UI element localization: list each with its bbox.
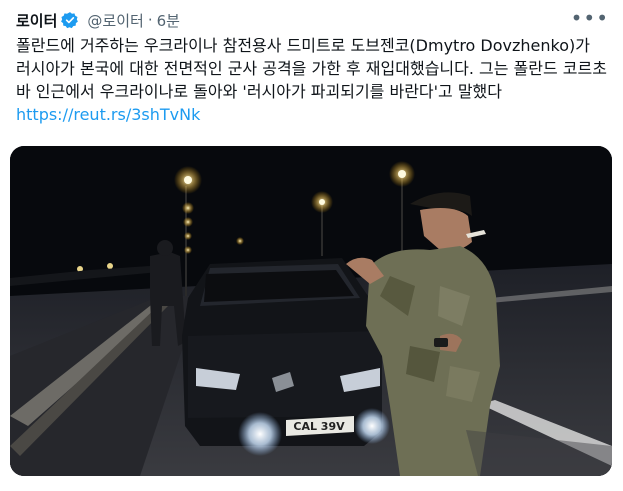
author-handle[interactable]: @로이터 — [87, 10, 143, 31]
night-roadside-photo: CAL 39V — [10, 146, 612, 476]
tweet-media-image[interactable]: CAL 39V — [10, 146, 612, 476]
license-plate-text: CAL 39V — [293, 420, 345, 433]
tweet-card[interactable]: 로이터 @로이터 · 6분 ••• 폴란드에 거주하는 우크라이나 참전용사 드… — [0, 0, 623, 491]
author-name[interactable]: 로이터 — [16, 10, 57, 31]
tweet-text-main: 폴란드에 거주하는 우크라이나 참전용사 드미트로 도브젠코(Dmytro Do… — [16, 36, 607, 101]
timestamp[interactable]: 6분 — [157, 10, 180, 31]
separator-dot: · — [147, 11, 153, 29]
more-options-icon[interactable]: ••• — [571, 6, 609, 30]
tweet-header: 로이터 @로이터 · 6분 — [16, 8, 180, 32]
tweet-text: 폴란드에 거주하는 우크라이나 참전용사 드미트로 도브젠코(Dmytro Do… — [16, 34, 608, 126]
verified-badge-icon — [61, 11, 79, 29]
tweet-link[interactable]: https://reut.rs/3shTvNk — [16, 105, 200, 124]
